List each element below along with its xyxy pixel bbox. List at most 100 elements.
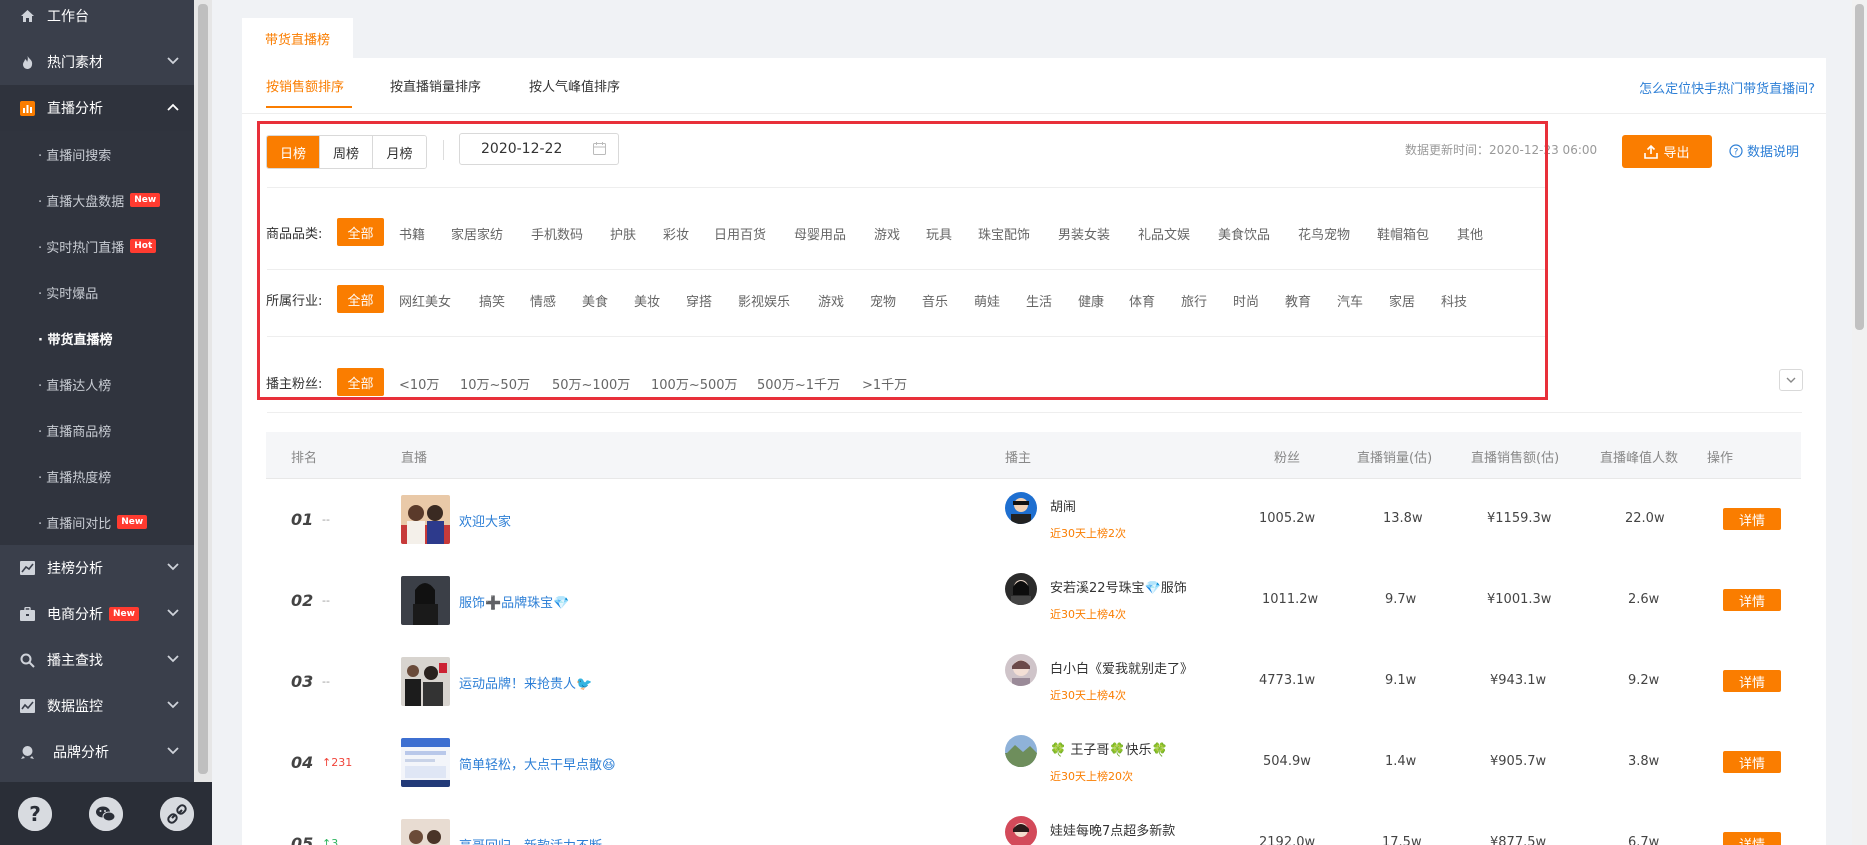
live-title-link[interactable]: 亮哥回归，新款活力不断~ — [459, 835, 613, 845]
link-icon[interactable] — [159, 796, 194, 831]
industry-chip[interactable]: 生活 — [1026, 291, 1052, 310]
live-title-link[interactable]: 运动品牌！来抢贵人🐦 — [459, 673, 592, 692]
fans-chip[interactable]: 100万~500万 — [651, 374, 738, 393]
data-note-link[interactable]: ? 数据说明 — [1729, 141, 1799, 160]
sidebar-item-anchor-search[interactable]: 播主查找 — [0, 637, 194, 683]
date-picker-input[interactable]: 2020-12-22 — [459, 133, 619, 165]
industry-chip[interactable]: 美妆 — [634, 291, 660, 310]
category-chip[interactable]: 游戏 — [874, 224, 900, 243]
sidebar-item-data-monitor[interactable]: 数据监控 — [0, 683, 194, 729]
sidebar-subitem-live-search[interactable]: · 直播间搜索 — [0, 131, 194, 177]
avatar[interactable] — [1005, 573, 1037, 605]
anchor-name[interactable]: 安若溪22号珠宝💎服饰 — [1050, 577, 1187, 596]
industry-chip[interactable]: 游戏 — [818, 291, 844, 310]
avatar[interactable] — [1005, 654, 1037, 686]
sidebar-item-brand-analysis[interactable]: 品牌分析 — [0, 729, 194, 775]
industry-chip[interactable]: 汽车 — [1337, 291, 1363, 310]
sidebar-subitem-live-compare[interactable]: · 直播间对比 New — [0, 499, 194, 545]
fans-chip[interactable]: 全部 — [337, 368, 384, 396]
wechat-icon[interactable] — [88, 796, 123, 831]
sort-tab-by-peak[interactable]: 按人气峰值排序 — [529, 76, 620, 95]
period-week-button[interactable]: 周榜 — [320, 136, 373, 168]
sidebar-item-ecommerce-analysis[interactable]: 电商分析 New — [0, 591, 194, 637]
live-thumbnail[interactable] — [401, 657, 450, 706]
sort-tab-by-sales[interactable]: 按直播销量排序 — [390, 76, 481, 95]
category-chip[interactable]: 鞋帽箱包 — [1377, 224, 1429, 243]
category-chip[interactable]: 彩妆 — [663, 224, 689, 243]
industry-chip[interactable]: 萌娃 — [974, 291, 1000, 310]
industry-chip[interactable]: 搞笑 — [479, 291, 505, 310]
anchor-name[interactable]: 娃娃每晚7点超多新款 — [1050, 820, 1175, 839]
industry-chip[interactable]: 网红美女 — [399, 291, 451, 310]
industry-chip[interactable]: 影视娱乐 — [738, 291, 790, 310]
sidebar-subitem-live-talent-rank[interactable]: · 直播达人榜 — [0, 361, 194, 407]
detail-button[interactable]: 详情 — [1723, 751, 1781, 773]
fans-chip[interactable]: 500万~1千万 — [757, 374, 840, 393]
category-chip[interactable]: 美食饮品 — [1218, 224, 1270, 243]
avatar[interactable] — [1005, 816, 1037, 845]
industry-chip[interactable]: 健康 — [1078, 291, 1104, 310]
live-thumbnail[interactable] — [401, 819, 450, 845]
sidebar-item-live-analysis[interactable]: 直播分析 — [0, 85, 194, 131]
category-chip[interactable]: 其他 — [1457, 224, 1483, 243]
detail-button[interactable]: 详情 — [1723, 508, 1781, 530]
industry-chip[interactable]: 情感 — [530, 291, 556, 310]
category-chip[interactable]: 玩具 — [926, 224, 952, 243]
category-chip[interactable]: 礼品文娱 — [1138, 224, 1190, 243]
export-button[interactable]: 导出 — [1622, 135, 1712, 168]
category-chip[interactable]: 护肤 — [610, 224, 636, 243]
industry-chip[interactable]: 旅行 — [1181, 291, 1207, 310]
sidebar-item-workbench[interactable]: 工作台 — [0, 0, 194, 39]
detail-button[interactable]: 详情 — [1723, 670, 1781, 692]
sidebar-subitem-market-data[interactable]: · 直播大盘数据 New — [0, 177, 194, 223]
sidebar-subitem-live-heat-rank[interactable]: · 直播热度榜 — [0, 453, 194, 499]
anchor-name[interactable]: 胡闹 — [1050, 496, 1076, 515]
detail-button[interactable]: 详情 — [1723, 589, 1781, 611]
fans-chip[interactable]: 50万~100万 — [552, 374, 630, 393]
category-chip[interactable]: 手机数码 — [531, 224, 583, 243]
sidebar-subitem-realtime-bestseller[interactable]: · 实时爆品 — [0, 269, 194, 315]
fans-chip[interactable]: 10万~50万 — [460, 374, 530, 393]
category-chip[interactable]: 母婴用品 — [794, 224, 846, 243]
industry-chip[interactable]: 时尚 — [1233, 291, 1259, 310]
sidebar-subitem-live-product-rank[interactable]: · 直播商品榜 — [0, 407, 194, 453]
anchor-name[interactable]: 白小白《爱我就别走了》 — [1050, 658, 1193, 677]
category-chip[interactable]: 花鸟宠物 — [1298, 224, 1350, 243]
period-month-button[interactable]: 月榜 — [373, 136, 426, 168]
industry-chip[interactable]: 家居 — [1389, 291, 1415, 310]
industry-chip[interactable]: 音乐 — [922, 291, 948, 310]
industry-chip[interactable]: 全部 — [337, 285, 384, 313]
category-chip[interactable]: 珠宝配饰 — [978, 224, 1030, 243]
live-thumbnail[interactable] — [401, 495, 450, 544]
anchor-name[interactable]: 🍀 王子哥🍀快乐🍀 — [1050, 739, 1168, 758]
help-link[interactable]: 怎么定位快手热门带货直播间? — [1639, 78, 1815, 97]
sort-tab-by-revenue[interactable]: 按销售额排序 — [266, 76, 344, 95]
page-scrollbar-thumb[interactable] — [1855, 4, 1864, 330]
live-thumbnail[interactable] — [401, 576, 450, 625]
period-day-button[interactable]: 日榜 — [267, 136, 320, 168]
fans-chip[interactable]: >1千万 — [862, 374, 907, 393]
sidebar-subitem-realtime-hot[interactable]: · 实时热门直播 Hot — [0, 223, 194, 269]
help-icon[interactable]: ? — [18, 796, 53, 831]
live-title-link[interactable]: 简单轻松，大点干早点散😆 — [459, 754, 616, 773]
live-title-link[interactable]: 欢迎大家 — [459, 511, 511, 530]
sidebar-scrollbar-thumb[interactable] — [198, 4, 208, 774]
live-title-link[interactable]: 服饰➕品牌珠宝💎 — [459, 592, 569, 611]
industry-chip[interactable]: 宠物 — [870, 291, 896, 310]
category-chip[interactable]: 书籍 — [399, 224, 425, 243]
live-thumbnail[interactable] — [401, 738, 450, 787]
fans-chip[interactable]: <10万 — [399, 374, 439, 393]
avatar[interactable] — [1005, 492, 1037, 524]
industry-chip[interactable]: 美食 — [582, 291, 608, 310]
avatar[interactable] — [1005, 735, 1037, 767]
category-chip[interactable]: 家居家纺 — [451, 224, 503, 243]
category-chip[interactable]: 日用百货 — [714, 224, 766, 243]
industry-chip[interactable]: 教育 — [1285, 291, 1311, 310]
sidebar-subitem-sales-live-rank[interactable]: · 带货直播榜 — [0, 315, 194, 361]
industry-chip[interactable]: 体育 — [1129, 291, 1155, 310]
industry-chip[interactable]: 科技 — [1441, 291, 1467, 310]
industry-chip[interactable]: 穿搭 — [686, 291, 712, 310]
tab-sales-live-rank[interactable]: 带货直播榜 — [242, 18, 353, 58]
category-chip[interactable]: 男装女装 — [1058, 224, 1110, 243]
detail-button[interactable]: 详情 — [1723, 832, 1781, 845]
